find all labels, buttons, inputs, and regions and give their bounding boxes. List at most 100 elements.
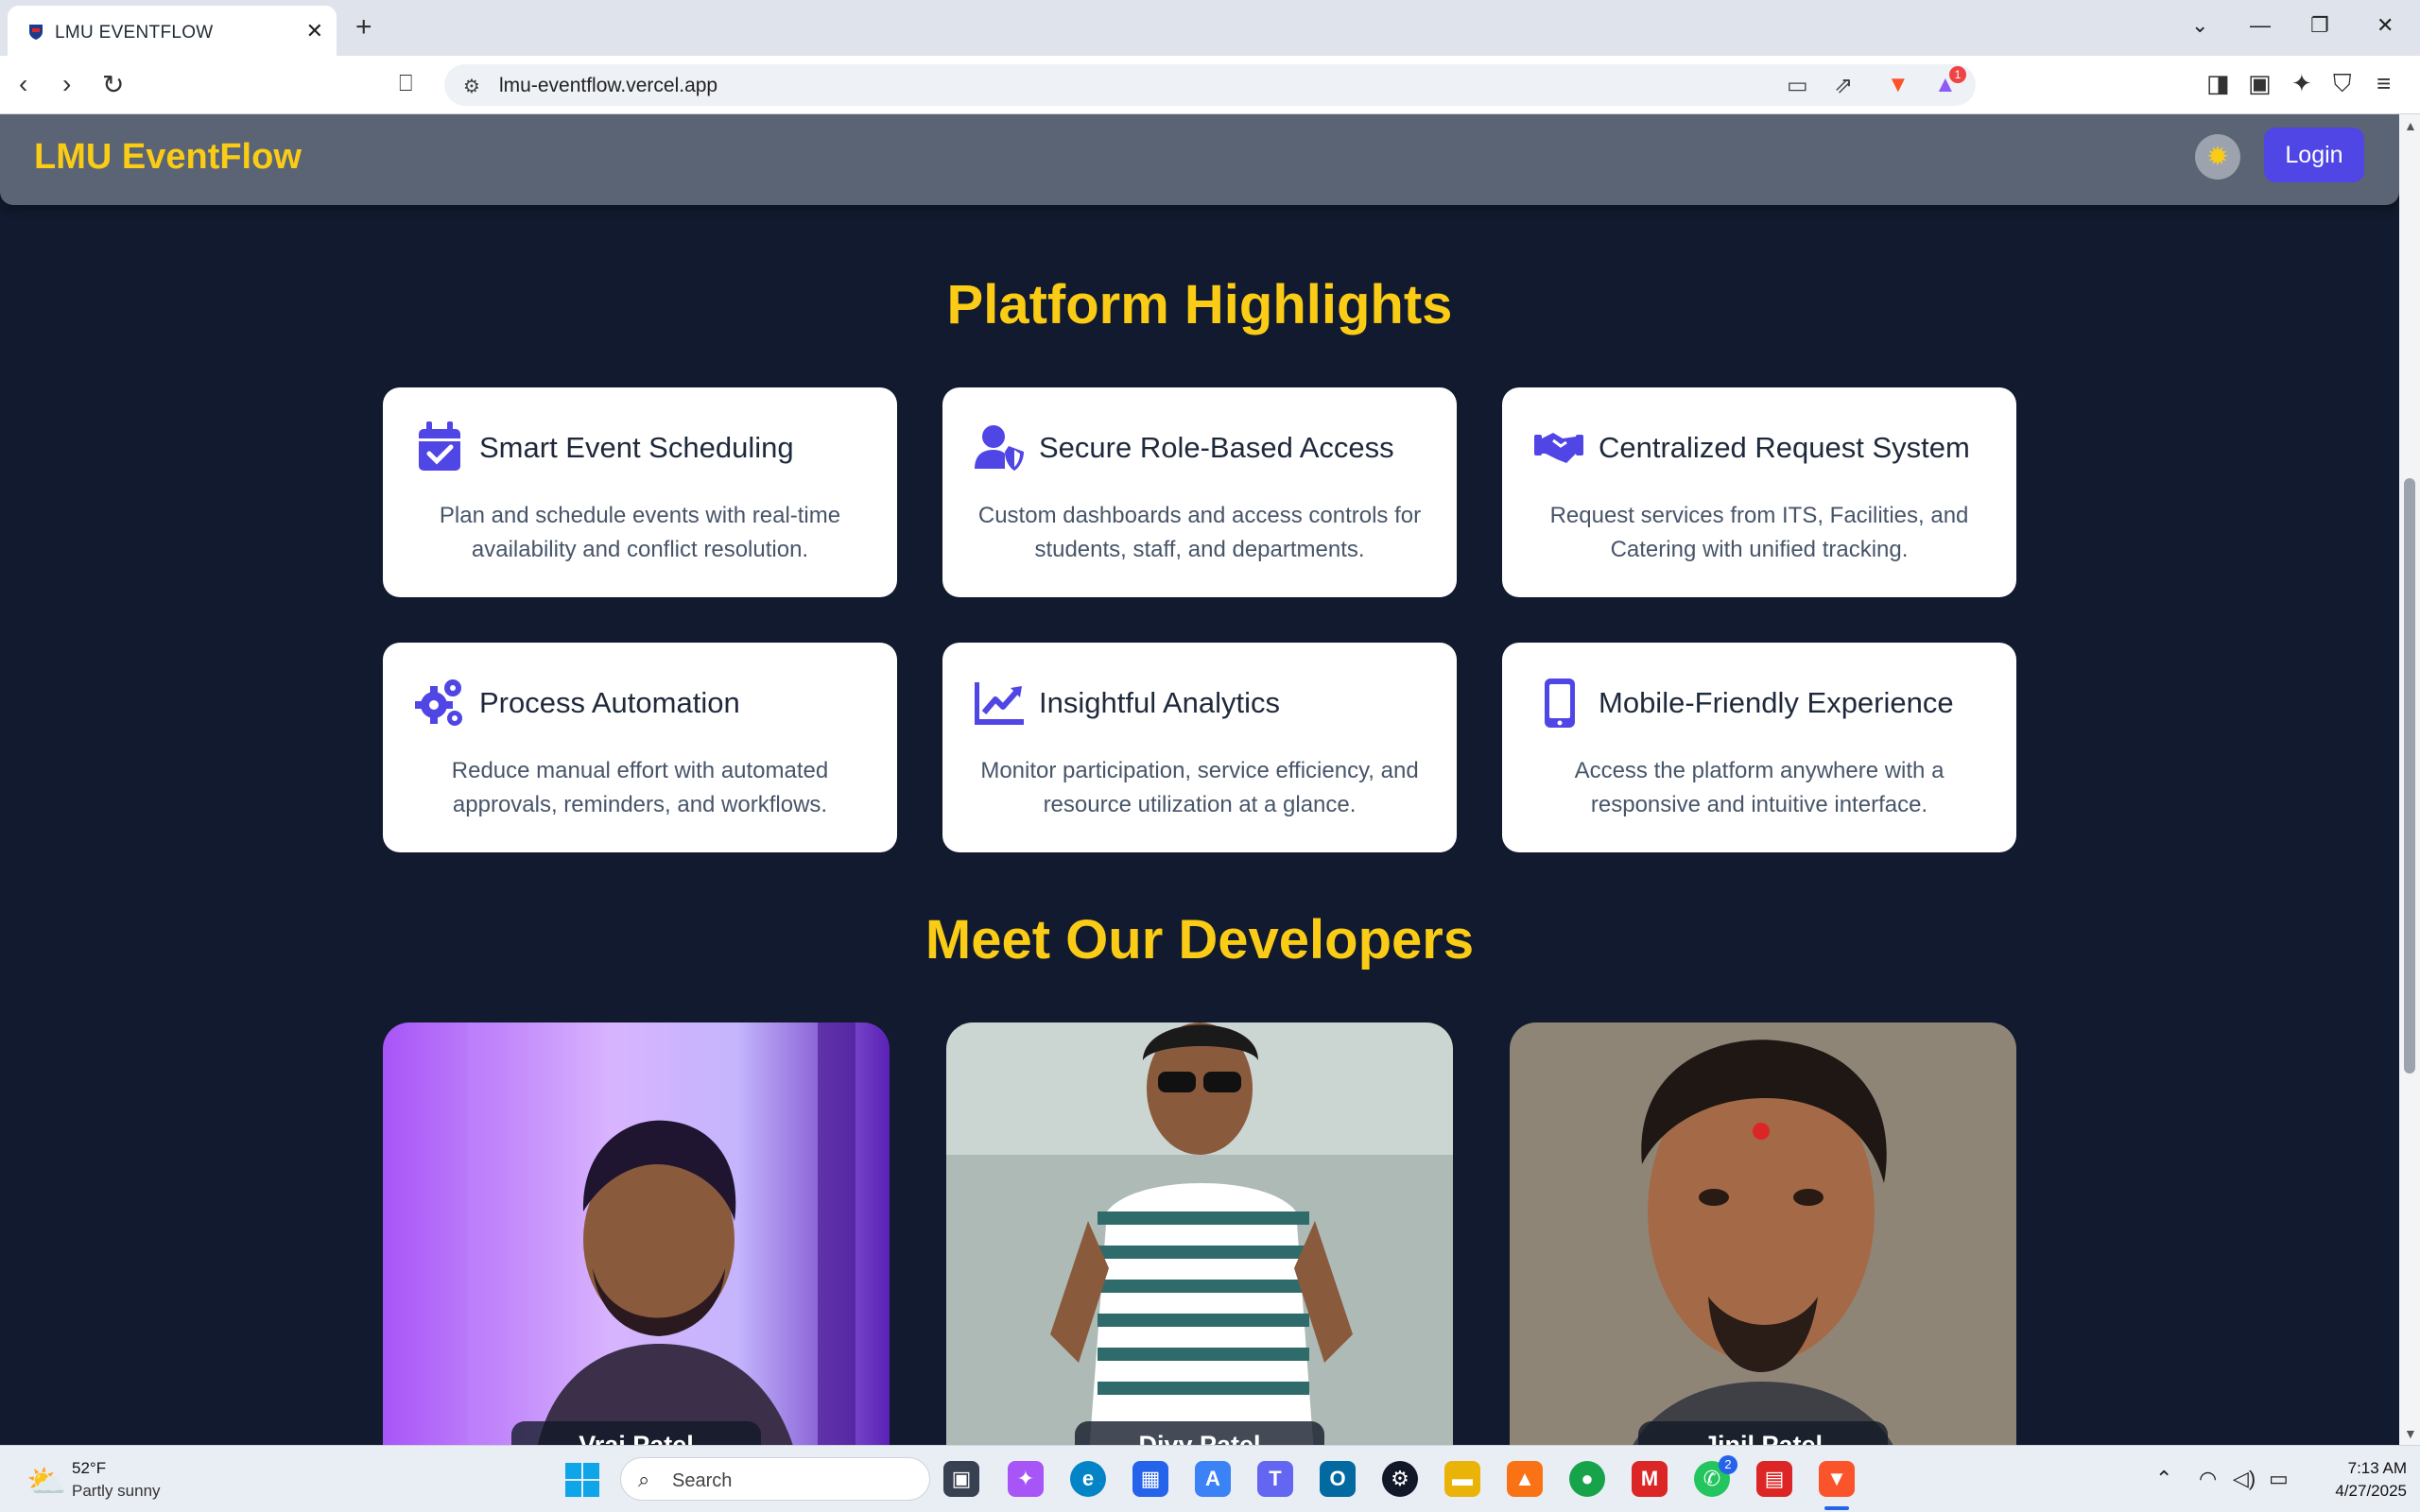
developer-card: Divy Patel [946,1022,1453,1445]
weather-temp: 52°F [72,1459,107,1477]
anydesk-icon[interactable]: ▤ [1756,1461,1792,1497]
bookmark-icon[interactable]: ⎕ [399,71,412,97]
copilot-icon[interactable]: ✦ [1008,1461,1044,1497]
wifi-icon[interactable]: ◠ [2199,1467,2217,1491]
chevron-down-icon[interactable]: ⌄ [2191,13,2208,38]
theme-toggle-button[interactable]: ✹ [2195,134,2240,180]
whatsapp-badge: 2 [1719,1455,1737,1474]
feature-title: Insightful Analytics [1039,686,1281,719]
mcafee-icon[interactable]: M [1632,1461,1668,1497]
show-hidden-icons[interactable]: ⌃ [2155,1467,2172,1491]
battery-icon[interactable]: ▭ [2269,1467,2289,1491]
developer-photo [1510,1022,2016,1445]
feature-desc: Request services from ITS, Facilities, a… [1549,503,1969,562]
minimize-icon[interactable]: — [2250,13,2271,38]
forward-icon[interactable]: › [62,69,71,99]
volume-icon[interactable]: ◁) [2233,1467,2256,1491]
store-icon[interactable]: ▦ [1132,1461,1168,1497]
feature-desc: Custom dashboards and access controls fo… [977,503,1422,562]
developer-card: Vraj Patel [383,1022,890,1445]
windows-start-icon[interactable] [565,1463,599,1497]
developers-title: Meet Our Developers [925,909,1475,971]
browser-tabbar: LMU EVENTFLOW ✕ + ⌄ — ❐ ✕ [0,0,2420,56]
task-view-icon[interactable]: ▣ [943,1461,979,1497]
feature-title: Mobile-Friendly Experience [1599,686,1954,719]
feature-title: Process Automation [479,686,740,719]
developer-name: Divy Patel [1075,1421,1324,1445]
vpn-icon[interactable]: ⛉ [2333,69,2352,99]
back-icon[interactable]: ‹ [19,69,27,99]
clock-date: 4/27/2025 [2335,1482,2407,1500]
handshake-icon [1534,433,1583,463]
lmu-crest-icon [29,25,43,40]
page-scrollbar[interactable]: ▲ ▼ [2399,114,2420,1445]
brand-logo[interactable]: LMU EventFlow [34,137,302,178]
vlc-icon[interactable]: ▲ [1507,1461,1543,1497]
brave-shields-icon[interactable]: ▼ [1887,72,1910,98]
close-icon[interactable]: ✕ [306,19,323,43]
login-button[interactable]: Login [2264,128,2364,182]
feature-card: Centralized Request System Request servi… [1502,387,2016,597]
search-label: Search [672,1470,733,1491]
os-taskbar: ⛅ 52°F Partly sunny ⌕ Search ▣ ✦ e ▦ A T… [0,1445,2420,1512]
tab-title: LMU EVENTFLOW [55,23,214,43]
menu-icon[interactable]: ≡ [2377,69,2391,98]
file-explorer-icon[interactable]: ▬ [1444,1461,1480,1497]
feature-card: Process Automation Reduce manual effort … [383,643,897,852]
partly-sunny-icon[interactable]: ⛅ [26,1463,66,1501]
highlights-title: Platform Highlights [946,274,1453,335]
system-clock[interactable]: 7:13 AM 4/27/2025 [2312,1457,2407,1503]
user-shield-icon [975,425,1024,471]
feature-card: Smart Event Scheduling Plan and schedule… [383,387,897,597]
feature-desc: Monitor participation, service efficienc… [980,758,1419,817]
site-settings-icon[interactable]: ⚙ [463,75,480,98]
feature-card: Secure Role-Based Access Custom dashboar… [942,387,1457,597]
feature-desc: Access the platform anywhere with a resp… [1574,758,1945,817]
feature-title: Secure Role-Based Access [1039,431,1394,464]
chart-line-icon [975,682,1024,725]
developer-card: Jinil Patel [1510,1022,2016,1445]
calendar-check-icon [419,421,460,471]
page-content: LMU EventFlow ✹ Login Platform Highlight… [0,114,2399,1445]
scroll-thumb[interactable] [2404,478,2415,1074]
wallet-icon[interactable]: ▣ [2248,69,2272,98]
developer-name: Vraj Patel [511,1421,761,1445]
outlook-icon[interactable]: O [1320,1461,1356,1497]
feature-desc: Plan and schedule events with real-time … [439,503,841,562]
window-close-icon[interactable]: ✕ [2377,13,2394,38]
developer-photo [946,1022,1453,1445]
new-tab-icon[interactable]: + [355,11,372,43]
teams-icon[interactable]: T [1257,1461,1293,1497]
address-bar[interactable]: ⚙ lmu-eventflow.vercel.app ▭ ⇗ ▼ ▲ 1 [444,64,1976,106]
feature-title: Smart Event Scheduling [479,431,794,464]
developer-photo [383,1022,890,1445]
gears-icon [415,679,462,726]
active-app-indicator [1824,1506,1849,1510]
restore-icon[interactable]: ❐ [2310,13,2329,38]
feature-desc: Reduce manual effort with automated appr… [451,758,829,817]
cast-icon[interactable]: ▭ [1787,72,1808,99]
mobile-icon [1545,679,1575,728]
sun-icon: ✹ [2206,142,2229,171]
scroll-down-icon[interactable]: ▼ [2404,1426,2417,1441]
edge-icon[interactable]: e [1070,1461,1106,1497]
browser-toolbar: ‹ › ↻ ⎕ ⚙ lmu-eventflow.vercel.app ▭ ⇗ ▼… [0,56,2420,114]
rewards-badge: 1 [1949,66,1966,83]
brave-icon[interactable]: ▼ [1819,1461,1855,1497]
sidebar-icon[interactable]: ◨ [2206,69,2230,98]
feature-card: Mobile-Friendly Experience Access the pl… [1502,643,2016,852]
search-icon: ⌕ [638,1468,650,1491]
chrome-icon[interactable]: ● [1569,1461,1605,1497]
feature-card: Insightful Analytics Monitor participati… [942,643,1457,852]
browser-tab[interactable]: LMU EVENTFLOW ✕ [8,6,337,56]
clock-time: 7:13 AM [2347,1459,2407,1477]
leo-ai-icon[interactable]: ✦ [2291,69,2312,98]
share-icon[interactable]: ⇗ [1834,72,1853,99]
scroll-up-icon[interactable]: ▲ [2404,118,2417,133]
app-icon[interactable]: A [1195,1461,1231,1497]
chatgpt-icon[interactable]: ⚙ [1382,1461,1418,1497]
taskbar-search[interactable]: ⌕ Search [620,1457,930,1501]
reload-icon[interactable]: ↻ [102,69,124,100]
url-text: lmu-eventflow.vercel.app [499,75,718,96]
site-header: LMU EventFlow ✹ Login [0,114,2399,205]
